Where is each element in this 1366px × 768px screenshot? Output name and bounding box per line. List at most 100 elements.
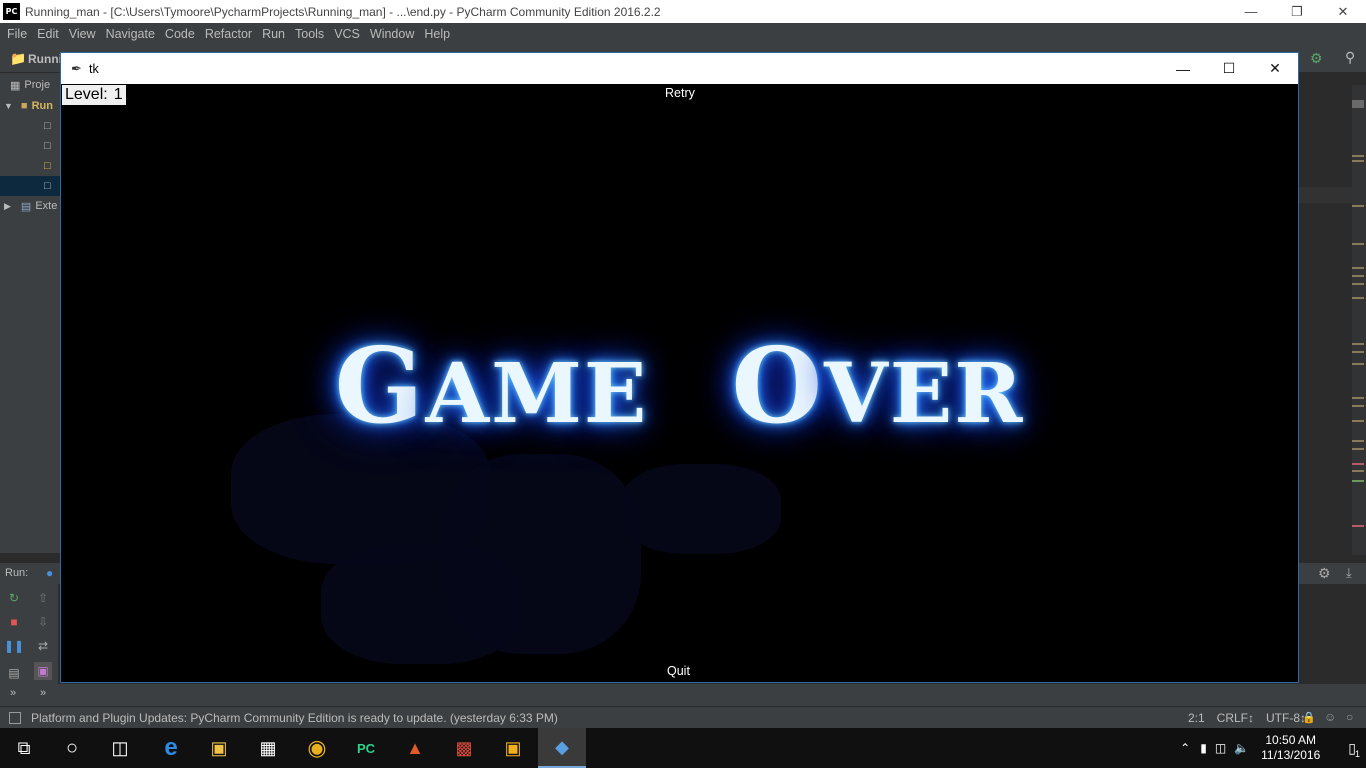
pycharm-logo-icon: PC bbox=[3, 3, 20, 20]
tree-external-libraries[interactable]: ▶ ▤ Exte bbox=[0, 196, 62, 216]
file-explorer-icon[interactable]: ▣ bbox=[195, 728, 243, 768]
scroll-up-icon[interactable]: ⇧ bbox=[34, 589, 52, 607]
game-canvas[interactable]: Level: 1 Retry GAME OVER Quit bbox=[61, 84, 1298, 682]
background-shadow bbox=[621, 464, 781, 554]
tree-file-item[interactable]: □ bbox=[0, 176, 62, 196]
menu-help[interactable]: Help bbox=[419, 27, 455, 41]
menu-edit[interactable]: Edit bbox=[32, 27, 64, 41]
tk-window-title: tk bbox=[89, 61, 99, 76]
line-separator[interactable]: CRLF↕ bbox=[1217, 711, 1254, 725]
status-message[interactable]: Platform and Plugin Updates: PyCharm Com… bbox=[31, 711, 558, 725]
game-over-text: GAME OVER bbox=[61, 324, 1298, 447]
tree-external-label: Exte bbox=[35, 200, 58, 212]
scroll-down-icon[interactable]: ⇩ bbox=[34, 613, 52, 631]
event-log-icon[interactable]: ○ bbox=[1346, 710, 1353, 724]
store-icon[interactable]: ▦ bbox=[244, 728, 292, 768]
python-tk-taskbar-icon[interactable]: ◆ bbox=[538, 728, 586, 768]
volume-icon[interactable]: 🔈 bbox=[1234, 741, 1249, 755]
network-icon[interactable]: ◫ bbox=[1215, 741, 1226, 755]
tk-maximize-button[interactable]: ☐ bbox=[1206, 53, 1252, 84]
windows-start-icon[interactable]: ⧉ bbox=[0, 728, 48, 768]
battery-icon[interactable]: ▮ bbox=[1200, 741, 1207, 755]
tk-titlebar: ✒ tk — ☐ ✕ bbox=[61, 53, 1298, 84]
menu-bar: File Edit View Navigate Code Refactor Ru… bbox=[0, 23, 1366, 45]
library-icon: ▤ bbox=[20, 200, 32, 213]
office-icon[interactable]: ▩ bbox=[440, 728, 488, 768]
menu-file[interactable]: File bbox=[2, 27, 32, 41]
task-view-icon[interactable]: ◫ bbox=[96, 728, 144, 768]
expand-arrow-icon: ▼ bbox=[4, 101, 13, 111]
menu-run[interactable]: Run bbox=[257, 27, 290, 41]
project-tab[interactable]: ▦ Proje bbox=[0, 75, 62, 95]
hide-panel-icon[interactable]: ⤓ bbox=[1346, 565, 1352, 581]
tree-file-item[interactable]: □ bbox=[0, 116, 62, 136]
ide-window-title: Running_man - [C:\Users\Tymoore\PycharmP… bbox=[25, 4, 661, 19]
cortana-search-icon[interactable]: ○ bbox=[48, 728, 96, 768]
ide-close-button[interactable]: ✕ bbox=[1320, 0, 1366, 23]
clock-date: 11/13/2016 bbox=[1261, 748, 1321, 762]
file-icon: □ bbox=[44, 180, 51, 192]
file-icon: □ bbox=[44, 140, 51, 152]
run-label: Run: bbox=[5, 567, 29, 579]
settings-gear-icon[interactable]: ⚙ bbox=[1318, 565, 1331, 582]
file-encoding[interactable]: UTF-8↕ bbox=[1266, 711, 1306, 725]
search-everywhere-icon[interactable]: ⚲ bbox=[1345, 49, 1355, 66]
expand-arrow-icon: ▶ bbox=[4, 200, 11, 211]
menu-code[interactable]: Code bbox=[160, 27, 200, 41]
folder-icon: ■ bbox=[20, 100, 28, 112]
level-label: Level: bbox=[65, 86, 108, 103]
tk-feather-icon: ✒ bbox=[71, 60, 82, 76]
stop-icon[interactable]: ■ bbox=[5, 613, 23, 631]
debug-bug-icon[interactable]: ⚙ bbox=[1310, 50, 1323, 67]
tree-file-item[interactable]: □ bbox=[0, 136, 62, 156]
clock-time: 10:50 AM bbox=[1265, 733, 1317, 747]
tk-close-button[interactable]: ✕ bbox=[1252, 53, 1298, 84]
menu-window[interactable]: Window bbox=[365, 27, 419, 41]
pycharm-taskbar-icon[interactable]: PC bbox=[342, 728, 390, 768]
error-stripe-gutter[interactable] bbox=[1352, 85, 1366, 555]
pin-tab-icon[interactable]: ▣ bbox=[34, 662, 52, 680]
notification-count: 1 bbox=[1354, 748, 1360, 759]
ide-restore-button[interactable]: ❐ bbox=[1274, 0, 1320, 23]
inspection-indicator-icon[interactable] bbox=[1352, 100, 1364, 108]
lock-icon[interactable]: 🔒 bbox=[1302, 711, 1316, 724]
menu-navigate[interactable]: Navigate bbox=[101, 27, 160, 41]
tool-window-toggle-icon[interactable] bbox=[9, 712, 21, 724]
editor-current-line bbox=[1298, 187, 1352, 203]
tk-minimize-button[interactable]: — bbox=[1160, 53, 1206, 84]
system-tray: ⌃ ▮ ◫ 🔈 10:50 AM 11/13/2016 ▯ 1 bbox=[1180, 728, 1366, 768]
expand-more-icon[interactable]: » bbox=[40, 687, 46, 699]
app-icon[interactable]: ▣ bbox=[489, 728, 537, 768]
chrome-icon[interactable]: ◉ bbox=[293, 728, 341, 768]
menu-refactor[interactable]: Refactor bbox=[200, 27, 257, 41]
show-hidden-icons-icon[interactable]: ⌃ bbox=[1180, 741, 1190, 755]
soft-wrap-icon[interactable]: ⇄ bbox=[34, 637, 52, 655]
menu-view[interactable]: View bbox=[64, 27, 101, 41]
clock[interactable]: 10:50 AM 11/13/2016 bbox=[1261, 733, 1320, 763]
menu-vcs[interactable]: VCS bbox=[329, 27, 365, 41]
pause-icon[interactable]: ❚❚ bbox=[4, 637, 24, 655]
level-display: Level: 1 bbox=[62, 85, 126, 105]
project-tab-icon: ▦ bbox=[10, 79, 21, 92]
ide-minimize-button[interactable]: — bbox=[1228, 0, 1274, 23]
expand-more-icon[interactable]: » bbox=[10, 687, 16, 699]
edge-browser-icon[interactable]: e bbox=[147, 728, 195, 768]
tk-window: ✒ tk — ☐ ✕ Level: 1 Retry GAME OVER Quit bbox=[60, 52, 1299, 683]
tree-file-item[interactable]: □ bbox=[0, 156, 62, 176]
tree-root[interactable]: ▼ ■ Run bbox=[0, 96, 62, 116]
retry-button[interactable]: Retry bbox=[662, 84, 698, 102]
inspector-icon[interactable]: ☺ bbox=[1324, 710, 1336, 724]
rerun-icon[interactable]: ↻ bbox=[5, 589, 23, 607]
gameover-letters: AME bbox=[425, 346, 649, 442]
windows-taskbar: ⧉ ○ ◫ e ▣ ▦ ◉ PC ▲ ▩ ▣ ◆ ⌃ ▮ ◫ 🔈 10:50 A… bbox=[0, 728, 1366, 768]
matlab-icon[interactable]: ▲ bbox=[391, 728, 439, 768]
project-panel: ▦ Proje ▼ ■ Run □ □ □ □ ▶ ▤ Exte bbox=[0, 73, 62, 553]
menu-tools[interactable]: Tools bbox=[290, 27, 329, 41]
quit-button[interactable]: Quit bbox=[664, 662, 693, 680]
layout-icon[interactable]: ▤ bbox=[5, 664, 23, 682]
caret-position[interactable]: 2:1 bbox=[1188, 711, 1205, 725]
python-run-config-icon[interactable]: ● bbox=[46, 566, 53, 580]
level-value: 1 bbox=[113, 86, 123, 103]
action-center-icon[interactable]: ▯ 1 bbox=[1348, 740, 1360, 759]
project-header-label[interactable]: Runni bbox=[28, 52, 62, 66]
